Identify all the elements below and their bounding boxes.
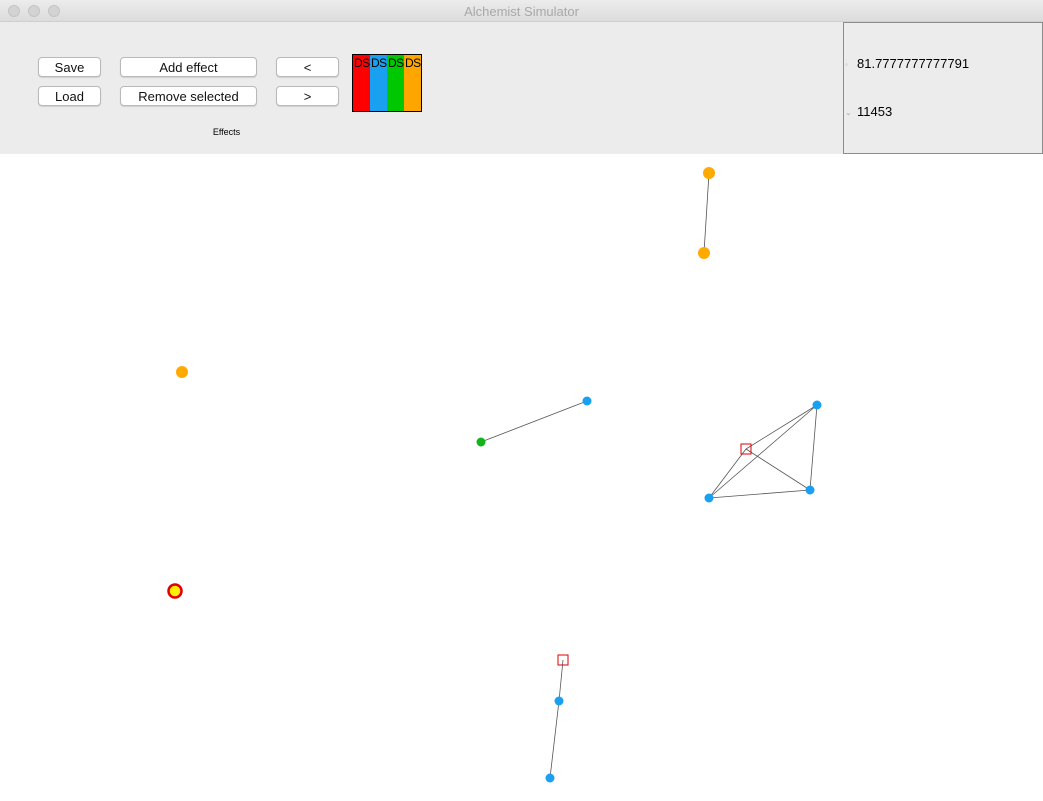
blue-node[interactable] xyxy=(554,696,564,706)
color-swatch-label: DS xyxy=(405,56,421,70)
node-link xyxy=(809,404,818,491)
blue-node[interactable] xyxy=(704,493,714,503)
node-link xyxy=(708,448,747,499)
node-link xyxy=(745,448,811,491)
node-link xyxy=(745,404,818,450)
previous-effect-button[interactable]: < xyxy=(276,57,339,77)
step-icon: ⌄ xyxy=(845,108,852,117)
simulation-info-panel: ◦ 81.7777777777791 ⌄ 11453 xyxy=(843,22,1043,154)
effect-color-swatches[interactable]: DS DS DS DS xyxy=(352,54,422,112)
remove-selected-button[interactable]: Remove selected xyxy=(120,86,257,106)
node-link xyxy=(708,489,811,499)
selected-node[interactable] xyxy=(167,583,183,599)
next-effect-button[interactable]: > xyxy=(276,86,339,106)
effects-label: Effects xyxy=(212,127,241,137)
color-swatch[interactable]: DS xyxy=(353,55,370,111)
save-button[interactable]: Save xyxy=(38,57,101,77)
node-link xyxy=(703,172,710,254)
title-bar: Alchemist Simulator xyxy=(0,0,1043,22)
blue-node[interactable] xyxy=(545,773,555,783)
node-link xyxy=(549,700,560,779)
color-swatch-label: DS xyxy=(371,56,387,70)
app-window: Alchemist Simulator Save Load Add effect… xyxy=(0,0,1043,801)
control-toolbar: Save Load Add effect Remove selected < >… xyxy=(0,22,843,154)
color-swatch[interactable]: DS xyxy=(387,55,404,111)
color-swatch-label: DS xyxy=(388,56,404,70)
node-link xyxy=(480,400,588,443)
load-button[interactable]: Load xyxy=(38,86,101,106)
orange-node[interactable] xyxy=(176,366,188,378)
blue-node[interactable] xyxy=(812,400,822,410)
simulation-step-value: 11453 xyxy=(857,104,893,119)
simulation-canvas[interactable] xyxy=(0,154,1043,801)
color-swatch-label: DS xyxy=(354,56,370,70)
time-icon: ◦ xyxy=(845,60,848,69)
simulation-time-value: 81.7777777777791 xyxy=(857,56,970,71)
node-link xyxy=(558,659,564,702)
orange-node[interactable] xyxy=(698,247,710,259)
green-node[interactable] xyxy=(476,437,486,447)
blue-node[interactable] xyxy=(582,396,592,406)
color-swatch[interactable]: DS xyxy=(404,55,421,111)
orange-node[interactable] xyxy=(703,167,715,179)
blue-node[interactable] xyxy=(805,485,815,495)
color-swatch[interactable]: DS xyxy=(370,55,387,111)
add-effect-button[interactable]: Add effect xyxy=(120,57,257,77)
window-title: Alchemist Simulator xyxy=(464,4,579,19)
